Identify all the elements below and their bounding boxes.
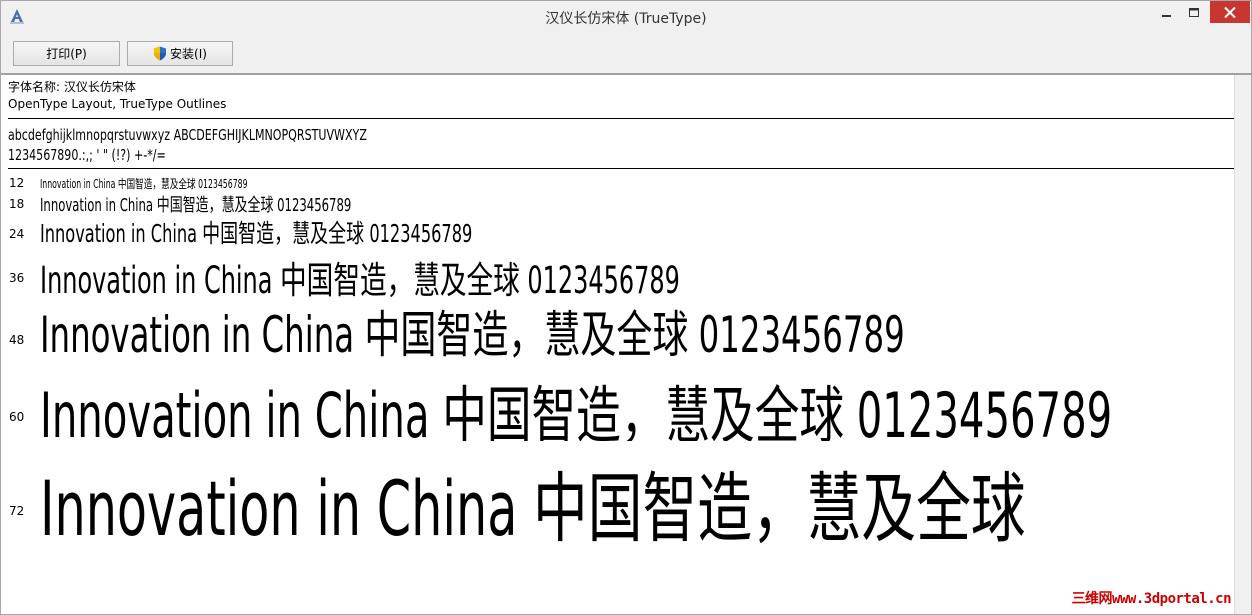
- toolbar: 打印(P) 安装(I): [1, 33, 1251, 73]
- uac-shield-icon: [154, 46, 167, 61]
- sample-row: 48 Innovation in China 中国智造，慧及全球 0123456…: [1, 295, 1234, 363]
- close-button[interactable]: [1210, 1, 1250, 23]
- sample-row: 72 Innovation in China 中国智造，慧及全球: [1, 447, 1234, 543]
- charset-letters: abcdefghijklmnopqrstuvwxyz ABCDEFGHIJKLM…: [8, 126, 367, 144]
- sample-text: Innovation in China 中国智造，慧及全球: [40, 464, 1026, 543]
- sample-size-label: 60: [9, 410, 25, 424]
- sample-size-label: 12: [9, 176, 25, 190]
- print-button[interactable]: 打印(P): [13, 41, 120, 66]
- watermark-text: 三维网www.3dportal.cn: [1071, 591, 1232, 607]
- sample-text: Innovation in China 中国智造，慧及全球 0123456789: [40, 259, 680, 301]
- minimize-icon: [1162, 15, 1171, 17]
- sample-size-label: 18: [9, 197, 25, 211]
- maximize-icon: [1188, 8, 1199, 17]
- sample-row: 24 Innovation in China 中国智造，慧及全球 0123456…: [1, 213, 1234, 251]
- maximize-button[interactable]: [1181, 1, 1207, 25]
- window-title: 汉仪长仿宋体 (TrueType): [545, 11, 707, 27]
- sample-size-label: 48: [9, 333, 25, 347]
- divider: [8, 168, 1235, 169]
- sample-row: 36 Innovation in China 中国智造，慧及全球 0123456…: [1, 249, 1234, 301]
- sample-text: Innovation in China 中国智造，慧及全球 0123456789: [40, 219, 473, 248]
- font-viewer-window: 汉仪长仿宋体 (TrueType) 打印(P) 安装(I) 字体名称: 汉仪长仿…: [0, 0, 1252, 615]
- sample-size-label: 24: [9, 227, 25, 241]
- sample-text: Innovation in China 中国智造，慧及全球 0123456789: [40, 306, 905, 363]
- sample-row: 60 Innovation in China 中国智造，慧及全球 0123456…: [1, 365, 1234, 441]
- sample-size-label: 72: [9, 504, 25, 518]
- watermark: 三维网www.3dportal.cn: [1071, 588, 1232, 608]
- font-type-line: OpenType Layout, TrueType Outlines: [8, 97, 227, 111]
- divider: [8, 118, 1235, 119]
- sample-text: Innovation in China 中国智造，慧及全球 0123456789: [40, 379, 1113, 441]
- charset-symbols: 1234567890.:,; ' " (!?) +-*/=: [8, 146, 166, 164]
- font-name-line: 字体名称: 汉仪长仿宋体: [8, 80, 136, 94]
- install-button-label: 安装(I): [170, 47, 207, 61]
- title-bar[interactable]: 汉仪长仿宋体 (TrueType): [1, 1, 1251, 33]
- close-icon: [1224, 6, 1236, 18]
- sample-row: 12 Innovation in China 中国智造，慧及全球 0123456…: [1, 171, 1234, 191]
- vertical-scrollbar[interactable]: [1234, 75, 1251, 614]
- print-button-label: 打印(P): [46, 47, 87, 61]
- minimize-button[interactable]: [1154, 1, 1180, 25]
- install-button[interactable]: 安装(I): [127, 41, 233, 66]
- sample-size-label: 36: [9, 271, 25, 285]
- font-preview-area: 字体名称: 汉仪长仿宋体 OpenType Layout, TrueType O…: [1, 73, 1251, 614]
